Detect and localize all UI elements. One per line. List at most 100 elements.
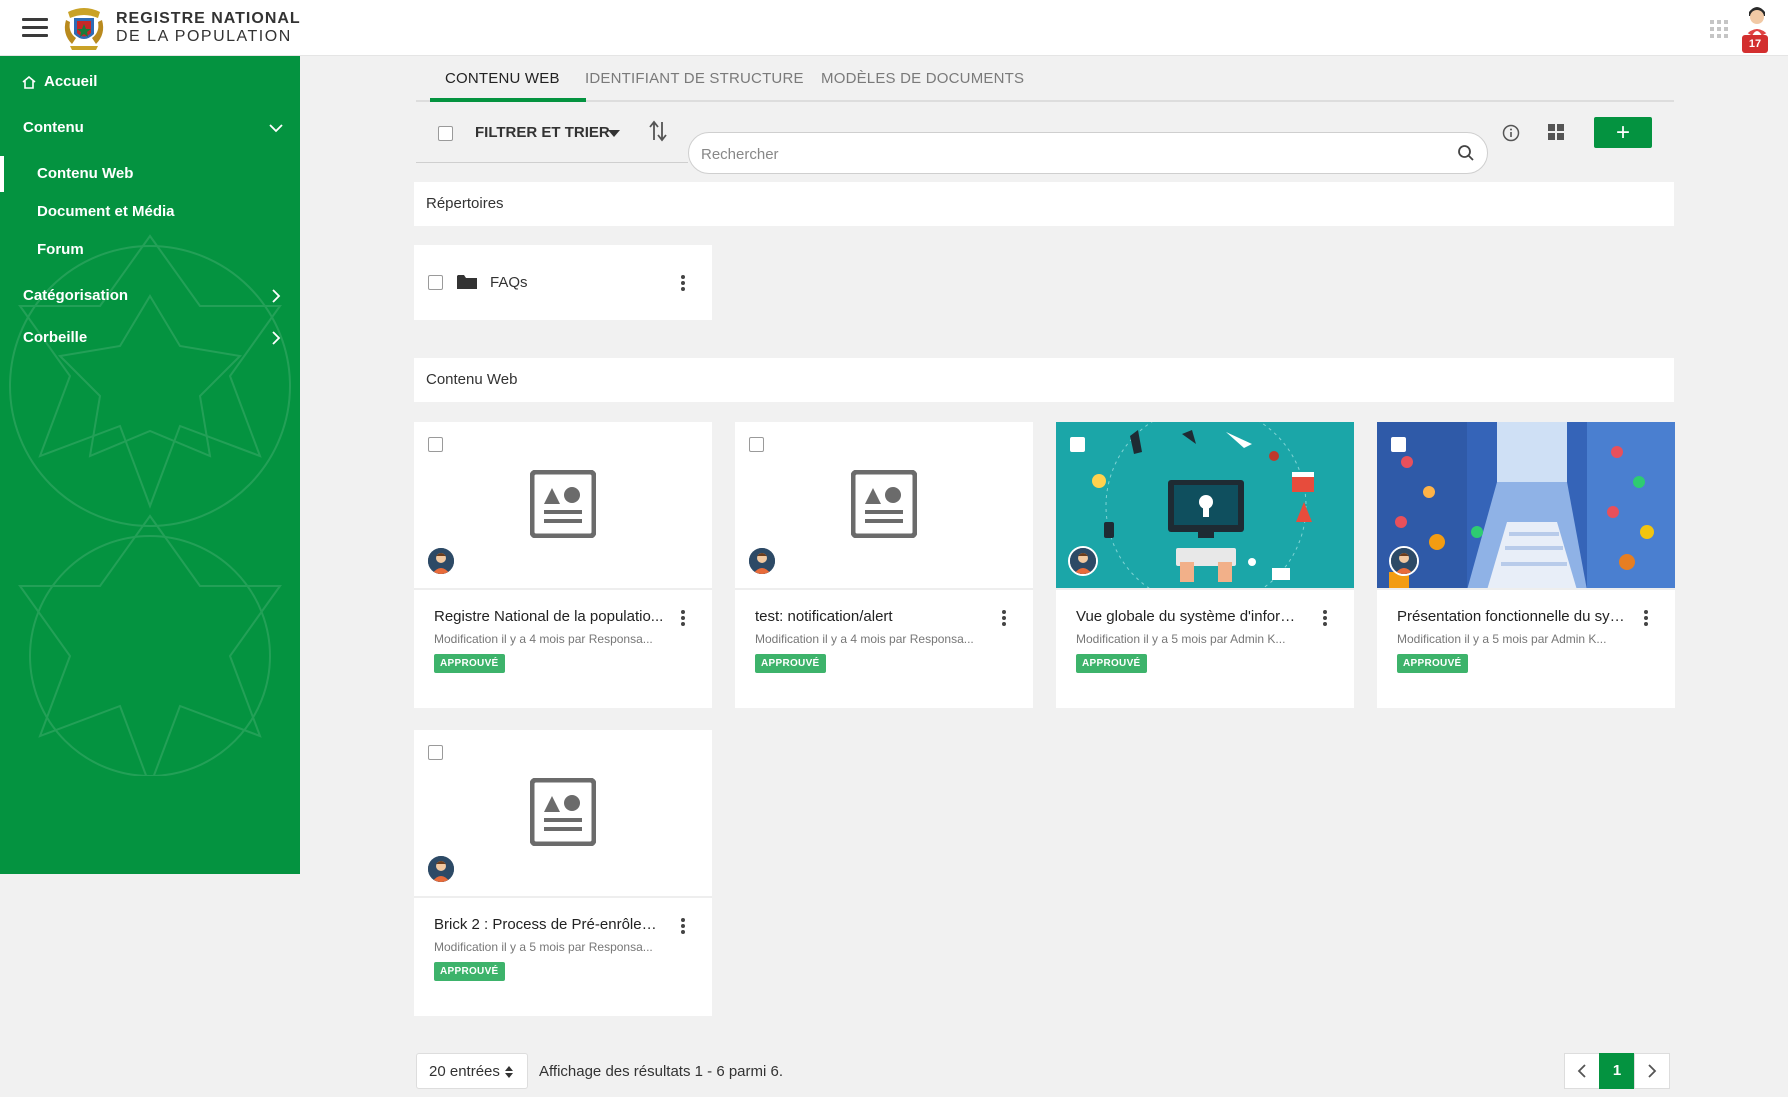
content-card[interactable]: Brick 2 : Process de Pré-enrôleme... Mod… <box>414 730 712 1016</box>
sidebar-item-label: Forum <box>37 241 84 258</box>
divider <box>416 162 688 163</box>
card-meta: Modification il y a 5 mois par Admin K..… <box>1397 632 1607 646</box>
folder-checkbox[interactable] <box>428 275 443 290</box>
status-badge: APPROUVÉ <box>755 654 826 673</box>
card-title[interactable]: Présentation fonctionnelle du sys... <box>1397 608 1627 625</box>
previous-page-button[interactable] <box>1564 1053 1600 1089</box>
section-title: Contenu Web <box>426 371 518 388</box>
blue-street-photo-image <box>1377 422 1675 588</box>
content-card[interactable]: Registre National de la populatio... Mod… <box>414 422 712 708</box>
sidebar-item-contenu[interactable]: Contenu <box>0 110 300 146</box>
filter-sort-button[interactable]: FILTRER ET TRIER <box>475 124 610 141</box>
sidebar-item-label: Contenu <box>23 119 84 136</box>
author-avatar <box>426 854 456 884</box>
status-badge: APPROUVÉ <box>1076 654 1147 673</box>
sidebar-item-label: Accueil <box>44 73 98 90</box>
sidebar-item-label: Contenu Web <box>37 165 134 182</box>
web-content-placeholder-icon <box>851 470 917 538</box>
apps-grid-icon[interactable] <box>1710 20 1728 38</box>
more-options-icon[interactable] <box>680 918 686 936</box>
top-header: REGISTRE NATIONAL DE LA POPULATION 17 <box>0 0 1788 56</box>
add-button[interactable]: + <box>1594 117 1652 148</box>
folder-card[interactable]: FAQs <box>414 245 712 320</box>
card-checkbox[interactable] <box>749 437 764 452</box>
sidebar-item-accueil[interactable]: Accueil <box>0 64 300 100</box>
card-meta: Modification il y a 4 mois par Responsa.… <box>755 632 974 646</box>
sidebar-item-contenu-web[interactable]: Contenu Web <box>0 156 300 192</box>
brand-title: REGISTRE NATIONAL DE LA POPULATION <box>116 10 301 46</box>
card-meta: Modification il y a 5 mois par Admin K..… <box>1076 632 1286 646</box>
content-card[interactable]: Présentation fonctionnelle du sys... Mod… <box>1377 422 1675 708</box>
chevron-left-icon <box>1577 1064 1586 1078</box>
select-all-checkbox[interactable] <box>438 126 453 141</box>
next-page-button[interactable] <box>1634 1053 1670 1089</box>
info-icon[interactable] <box>1502 124 1520 142</box>
tech-illustration-image <box>1056 422 1354 588</box>
content-card[interactable]: test: notification/alert Modification il… <box>735 422 1033 708</box>
author-avatar <box>426 546 456 576</box>
more-options-icon[interactable] <box>1643 610 1649 628</box>
card-checkbox[interactable] <box>428 745 443 760</box>
card-thumbnail[interactable] <box>1056 422 1354 590</box>
tab-identifiant-de-structure[interactable]: IDENTIFIANT DE STRUCTURE <box>585 70 804 87</box>
content-section-header: Contenu Web <box>414 358 1674 402</box>
card-view-icon[interactable] <box>1548 124 1564 140</box>
chevron-right-icon <box>1648 1064 1657 1078</box>
search-input[interactable] <box>701 143 1441 165</box>
search-bar <box>688 132 1488 174</box>
caret-down-icon[interactable] <box>608 130 620 137</box>
card-thumbnail[interactable] <box>1377 422 1675 590</box>
sidebar-item-forum[interactable]: Forum <box>0 232 300 268</box>
card-thumbnail[interactable] <box>414 422 712 590</box>
sidebar-item-categorisation[interactable]: Catégorisation <box>0 278 300 314</box>
card-checkbox[interactable] <box>428 437 443 452</box>
sort-order-icon[interactable] <box>648 120 668 142</box>
card-checkbox[interactable] <box>1070 437 1085 452</box>
status-badge: APPROUVÉ <box>1397 654 1468 673</box>
user-avatar[interactable] <box>1740 2 1774 36</box>
entries-per-page-select[interactable]: 20 entrées <box>416 1053 528 1089</box>
sidebar-item-document-media[interactable]: Document et Média <box>0 194 300 230</box>
page-button-current[interactable]: 1 <box>1599 1053 1635 1089</box>
author-avatar <box>1068 546 1098 576</box>
folder-icon <box>457 275 477 289</box>
section-title: Répertoires <box>426 195 504 212</box>
chevron-right-icon <box>272 331 281 345</box>
card-thumbnail[interactable] <box>414 730 712 898</box>
tab-bar: CONTENU WEB IDENTIFIANT DE STRUCTURE MOD… <box>416 58 1674 102</box>
notification-badge[interactable]: 17 <box>1742 35 1768 53</box>
folder-name[interactable]: FAQs <box>490 274 528 291</box>
tab-modeles-de-documents[interactable]: MODÈLES DE DOCUMENTS <box>821 70 1024 87</box>
more-options-icon[interactable] <box>1322 610 1328 628</box>
results-summary: Affichage des résultats 1 - 6 parmi 6. <box>539 1063 784 1080</box>
sidebar-item-label: Document et Média <box>37 203 175 220</box>
brand-line-1: REGISTRE NATIONAL <box>116 10 301 27</box>
coat-of-arms-logo <box>64 8 104 50</box>
card-title[interactable]: Vue globale du système d'informa... <box>1076 608 1306 625</box>
more-options-icon[interactable] <box>680 275 686 293</box>
more-options-icon[interactable] <box>680 610 686 628</box>
home-icon <box>22 76 36 89</box>
sidebar: Accueil Contenu Contenu Web Document et … <box>0 56 300 874</box>
search-icon[interactable] <box>1457 144 1475 162</box>
card-meta: Modification il y a 4 mois par Responsa.… <box>434 632 653 646</box>
hamburger-menu-icon[interactable] <box>22 18 48 38</box>
web-content-placeholder-icon <box>530 470 596 538</box>
sidebar-item-label: Corbeille <box>23 329 88 346</box>
content-card[interactable]: Vue globale du système d'informa... Modi… <box>1056 422 1354 708</box>
card-meta: Modification il y a 5 mois par Responsa.… <box>434 940 653 954</box>
more-options-icon[interactable] <box>1001 610 1007 628</box>
tab-contenu-web[interactable]: CONTENU WEB <box>445 70 560 87</box>
card-title[interactable]: Brick 2 : Process de Pré-enrôleme... <box>434 916 664 933</box>
card-title[interactable]: Registre National de la populatio... <box>434 608 664 625</box>
status-badge: APPROUVÉ <box>434 654 505 673</box>
card-title[interactable]: test: notification/alert <box>755 608 985 625</box>
card-checkbox[interactable] <box>1391 437 1406 452</box>
brand-line-2: DE LA POPULATION <box>116 28 292 45</box>
author-avatar <box>747 546 777 576</box>
entries-label: 20 entrées <box>429 1063 500 1080</box>
sidebar-item-corbeille[interactable]: Corbeille <box>0 320 300 356</box>
card-thumbnail[interactable] <box>735 422 1033 590</box>
select-arrows-icon <box>505 1066 513 1078</box>
chevron-down-icon <box>269 124 283 133</box>
